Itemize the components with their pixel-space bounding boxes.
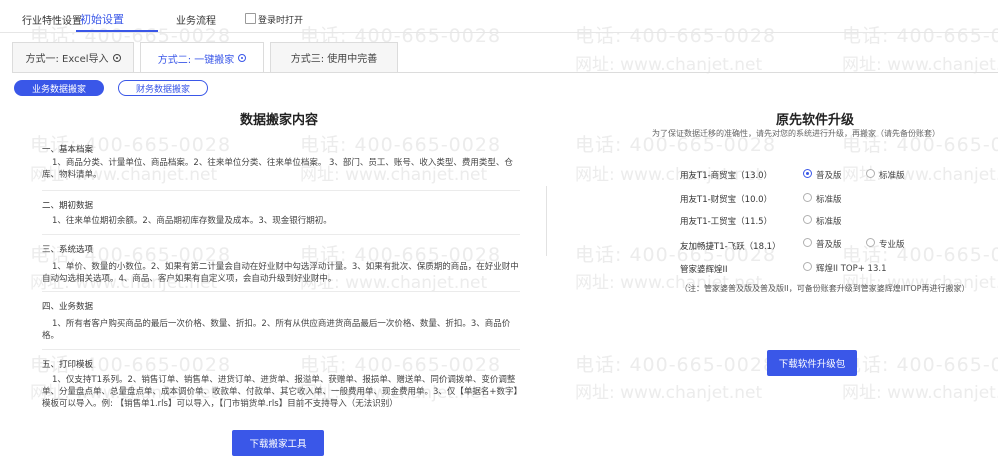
software-label: 管家婆辉煌II [680, 265, 728, 275]
upgrade-note: （注：管家婆普及版及普及版II，可备份账套升级到管家婆辉煌IITOP再进行搬家） [680, 284, 970, 293]
auto-open-checkbox[interactable] [245, 13, 256, 24]
watermark-site: 网址: www.chanjet.net [842, 383, 998, 403]
section-heading: 一、基本档案 [42, 145, 94, 155]
upgrade-title: 原先软件升级 [776, 113, 855, 128]
radio-label: 标准版 [879, 171, 905, 181]
watermark-phone: 电话: 400-665-0028 [842, 25, 998, 47]
section-body: 1、仅支持T1系列。2、销售订单、销售单、进货订单、进货单、报溢单、获赠单、报损… [42, 375, 518, 409]
finance-data-migration-button[interactable]: 财务数据搬家 [118, 80, 208, 96]
tab-initial-settings[interactable]: 初始设置 [80, 11, 124, 27]
radio-top-plus-edition[interactable] [803, 262, 812, 271]
radio-popular-edition[interactable] [803, 169, 812, 178]
divider [546, 186, 547, 256]
section-heading: 三、系统选项 [42, 245, 94, 255]
radio-standard-edition[interactable] [803, 215, 812, 224]
watermark-phone: 电话: 400-665-0028 [575, 354, 777, 376]
radio-standard-edition[interactable] [866, 169, 875, 178]
tab-label: 方式二: 一键搬家 [157, 54, 235, 66]
radio-standard-edition[interactable] [803, 193, 812, 202]
radio-label: 普及版 [816, 240, 842, 250]
upgrade-subtitle: 为了保证数据迁移的准确性，请先对您的系统进行升级，再搬家（请先备份账套） [652, 129, 940, 138]
software-label: 用友T1-工贸宝（11.5） [680, 217, 773, 227]
divider [42, 234, 520, 235]
software-label: 用友T1-商贸宝（13.0） [680, 171, 773, 181]
section-body: 1、所有者客户购买商品的最后一次价格、数量、折扣。2、所有从供应商进货商品最后一… [42, 319, 511, 341]
section-body: 1、往来单位期初余额。2、商品期初库存数量及成本。3、现金银行期初。 [52, 216, 332, 226]
business-data-migration-button[interactable]: 业务数据搬家 [14, 80, 104, 96]
divider [42, 190, 520, 191]
radio-professional-edition[interactable] [866, 238, 875, 247]
software-label: 友加畅捷T1-飞跃（18.1） [680, 242, 781, 252]
tab-method-one-click[interactable]: 方式二: 一键搬家 [140, 42, 264, 73]
divider [42, 291, 520, 292]
info-icon [112, 53, 121, 62]
tab-method-in-use[interactable]: 方式三: 使用中完善 [270, 42, 398, 72]
divider [0, 32, 998, 33]
tab-business-process[interactable]: 业务流程 [176, 12, 216, 27]
divider [12, 72, 998, 73]
section-heading: 四、业务数据 [42, 302, 94, 312]
tab-method-excel[interactable]: 方式一: Excel导入 [12, 42, 134, 72]
watermark-phone: 电话: 400-665-0028 [300, 354, 502, 376]
section-body: 1、商品分类、计量单位、商品档案。2、往来单位分类、往来单位档案。 3、部门、员… [42, 158, 513, 180]
section-body: 1、单价、数量的小数位。2、如果有第二计量会自动在好业财中勾选浮动计量。3、如果… [42, 262, 519, 284]
tab-industry-settings[interactable]: 行业特性设置 [22, 12, 82, 27]
section-heading: 二、期初数据 [42, 201, 94, 211]
download-migration-tool-button[interactable]: 下载搬家工具 [232, 430, 324, 456]
watermark-site: 网址: www.chanjet.net [575, 383, 763, 403]
divider [42, 349, 520, 350]
radio-label: 普及版 [816, 171, 842, 181]
radio-label: 标准版 [816, 217, 842, 227]
radio-label: 标准版 [816, 195, 842, 205]
watermark-phone: 电话: 400-665-0028 [575, 25, 777, 47]
migration-content-title: 数据搬家内容 [240, 113, 319, 128]
software-label: 用友T1-财贸宝（10.0） [680, 195, 773, 205]
radio-label: 专业版 [879, 240, 905, 250]
watermark-phone: 电话: 400-665-0028 [300, 134, 502, 156]
auto-open-label: 登录时打开 [258, 16, 304, 26]
tab-label: 方式三: 使用中完善 [290, 54, 378, 65]
tab-label: 方式一: Excel导入 [25, 54, 109, 65]
download-upgrade-package-button[interactable]: 下载软件升级包 [767, 350, 857, 376]
radio-label: 辉煌II TOP+ 13.1 [816, 264, 887, 274]
watermark-phone: 电话: 400-665-0028 [842, 354, 998, 376]
section-heading: 五、打印模板 [42, 360, 94, 370]
info-icon [238, 54, 247, 62]
radio-popular-edition[interactable] [803, 238, 812, 247]
